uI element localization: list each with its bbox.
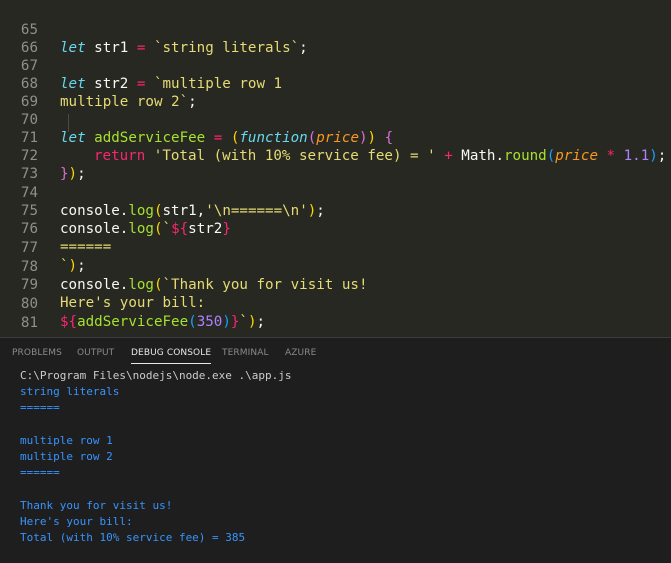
punctuation: ; (299, 40, 308, 56)
line-number: 81 (20, 315, 38, 331)
function-name: addServiceFee (77, 314, 189, 330)
punctuation: ; (256, 314, 266, 330)
bracket: ) (68, 258, 78, 274)
punctuation: ; (316, 203, 325, 219)
bracket: ( (153, 203, 163, 219)
bracket: ) (247, 314, 257, 330)
string-literal: '\n======\n' (205, 203, 308, 219)
console-output-line: Thank you for visit us! (20, 499, 173, 512)
number-literal: 350 (196, 314, 223, 330)
interpolation-open: ${ (60, 314, 78, 330)
object-name: console. (60, 277, 129, 293)
console-output-line: Here's your bill: (20, 515, 133, 528)
code-line[interactable]: 80 ${addServiceFee(350)}`); (0, 277, 265, 330)
operator: * (598, 148, 624, 164)
object-name: console. (60, 221, 129, 237)
console-output-line: ====== (20, 466, 60, 479)
tab-output[interactable]: OUTPUT (77, 348, 114, 358)
code-line[interactable]: 70 let addServiceFee = (function(price))… (0, 93, 393, 146)
code-line[interactable]: 75 console.log(`${str2} (0, 184, 231, 237)
parameter: price (555, 148, 598, 164)
bracket: ( (153, 277, 163, 293)
code-line[interactable]: 78 console.log(`Thank you for visit us! (0, 240, 368, 293)
code-line[interactable]: 72 }); (0, 129, 86, 182)
object-name: Math. (461, 148, 505, 164)
keyword: return (94, 148, 146, 164)
bracket: ) (359, 130, 368, 146)
code-line[interactable]: 66 (0, 21, 38, 56)
string-literal: `multiple row 1 (145, 76, 283, 92)
keyword: function (239, 130, 308, 146)
code-line[interactable]: 74 console.log(str1,'\n======\n'); (0, 166, 325, 219)
code-line[interactable]: 71 return 'Total (with 10% service fee) … (0, 111, 666, 164)
tab-terminal[interactable]: TERMINAL (222, 348, 269, 358)
code-line[interactable]: 79 Here's your bill: (0, 258, 205, 311)
punctuation: ; (657, 148, 667, 164)
variable: str1, (162, 203, 206, 219)
number-literal: 1.1 (623, 148, 650, 164)
keyword: let (60, 130, 86, 146)
bracket: ( (546, 148, 556, 164)
parameter: price (316, 130, 359, 146)
method-name: log (128, 203, 154, 219)
code-line[interactable]: 67 let str2 = `multiple row 1 (0, 39, 282, 92)
code-line[interactable]: 76 ====== (0, 202, 111, 255)
template-literal: ` (162, 221, 172, 237)
operator: = (205, 130, 231, 146)
template-literal: `Thank you for visit us! (162, 277, 368, 293)
keyword: let (60, 76, 86, 92)
punctuation: ; (77, 258, 86, 274)
operator: + (435, 148, 462, 164)
bracket: ) (222, 314, 231, 330)
bracket: ( (188, 314, 197, 330)
code-line[interactable]: 69 (0, 75, 38, 110)
tab-problems[interactable]: PROBLEMS (12, 348, 62, 358)
bracket: { (384, 130, 394, 146)
console-output-line: Total (with 10% service fee) = 385 (20, 531, 246, 544)
punctuation: ; (77, 166, 86, 182)
string-literal: 'Total (with 10% service fee) = ' (145, 148, 436, 164)
template-literal: ` (239, 314, 248, 330)
keyword: let (60, 40, 86, 56)
string-literal: multiple row 2` (60, 94, 189, 110)
bracket: ( (307, 130, 317, 146)
object-name: console. (60, 203, 129, 219)
punctuation: ; (188, 94, 197, 110)
console-output-line: multiple row 1 (20, 434, 113, 447)
bracket: ) (307, 203, 317, 219)
string-literal: `string literals` (145, 40, 300, 56)
method-name: log (128, 277, 154, 293)
console-output-line: string literals (20, 385, 120, 398)
method-name: round (504, 148, 547, 164)
code-line[interactable]: 81 (0, 296, 38, 331)
code-line[interactable]: 73 (0, 147, 38, 182)
template-literal: ` (60, 258, 69, 274)
variable: str2 (85, 76, 137, 92)
console-output-line: multiple row 2 (20, 450, 113, 463)
bracket: ) (367, 130, 377, 146)
bracket: ) (649, 148, 658, 164)
function-name: addServiceFee (85, 130, 206, 146)
tab-azure[interactable]: AZURE (285, 348, 316, 358)
variable: str1 (85, 40, 137, 56)
bracket: ( (153, 221, 163, 237)
tab-debug-console[interactable]: DEBUG CONSOLE (131, 348, 212, 364)
code-editor[interactable]: 65 let str1 = `string literals`; 66 67 l… (0, 0, 671, 336)
bottom-panel: PROBLEMS OUTPUT DEBUG CONSOLE TERMINAL A… (0, 337, 671, 563)
bracket: ) (68, 166, 78, 182)
code-line[interactable]: 65 let str1 = `string literals`; (0, 3, 308, 56)
bracket: } (60, 166, 69, 182)
interpolation-open: ${ (171, 221, 189, 237)
template-literal: ====== (60, 239, 112, 255)
code-line[interactable]: 68 multiple row 2`; (0, 57, 197, 110)
panel-tabs: PROBLEMS OUTPUT DEBUG CONSOLE TERMINAL A… (0, 338, 671, 372)
template-literal: Here's your bill: (60, 295, 206, 311)
console-output-line: ====== (20, 401, 60, 414)
code-line[interactable]: 77 `); (0, 221, 86, 274)
console-command-line: C:\Program Files\nodejs\node.exe .\app.j… (20, 369, 292, 382)
variable: str2 (188, 221, 223, 237)
interpolation-close: } (222, 221, 231, 237)
method-name: log (128, 221, 154, 237)
